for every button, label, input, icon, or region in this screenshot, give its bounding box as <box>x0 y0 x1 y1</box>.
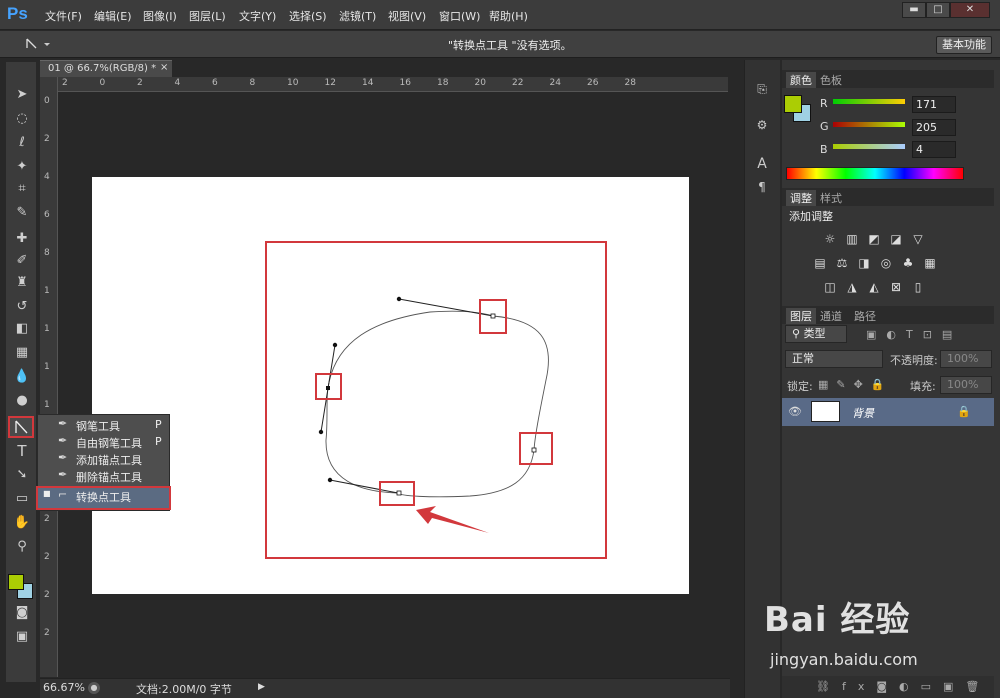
add-anchor-icon: ✒ <box>58 451 68 464</box>
tab-channels[interactable]: 通道 <box>816 308 846 324</box>
adjust-panel-title: 添加调整 <box>789 210 833 223</box>
lock-label: 锁定: <box>787 380 813 393</box>
black-white-icon[interactable]: ◨ <box>857 257 871 269</box>
selected-bullet-icon: ■ <box>43 489 51 498</box>
tab-paths[interactable]: 路径 <box>850 308 880 324</box>
freeform-pen-icon: ✒ <box>58 434 68 447</box>
history-panel-icon[interactable]: ⎘ <box>753 82 771 100</box>
pen-icon: ✒ <box>58 417 68 430</box>
lock-icons[interactable]: ▦✎✥🔒 <box>818 378 893 391</box>
exposure-icon[interactable]: ◪ <box>889 233 903 245</box>
tab-adjustments[interactable]: 调整 <box>786 190 816 206</box>
color-lookup-icon[interactable]: ▦ <box>923 257 937 269</box>
channel-b-slider[interactable] <box>833 144 905 149</box>
channel-mixer-icon[interactable]: ♣ <box>901 257 915 269</box>
eye-icon[interactable]: 👁 <box>788 405 802 418</box>
watermark-logo: Bai 经验 <box>764 600 911 640</box>
baidu-watermark: Bai 经验 jingyan.baidu.com <box>764 592 994 692</box>
flyout-item-convert-point[interactable]: ■ ⌐ 转换点工具 <box>36 486 171 510</box>
status-menu-arrow-icon[interactable]: ▶ <box>258 682 265 692</box>
layer-filter-icons[interactable]: ▣◐T⊡▤ <box>866 328 962 341</box>
photo-filter-icon[interactable]: ◎ <box>879 257 893 269</box>
channel-g-slider[interactable] <box>833 122 905 127</box>
tab-styles[interactable]: 样式 <box>816 190 846 206</box>
curves-icon[interactable]: ◩ <box>867 233 881 245</box>
color-panel-tabbar: 颜色 色板 <box>782 70 994 88</box>
layer-lock-icon: 🔒 <box>957 405 971 418</box>
layers-panel-tabbar: 图层 通道 路径 <box>782 306 994 324</box>
fill-label: 填充: <box>910 380 936 393</box>
posterize-icon[interactable]: ◮ <box>845 281 859 293</box>
channel-g-label: G <box>820 120 829 133</box>
flyout-item-delete-anchor[interactable]: ✒ 删除锚点工具 <box>38 468 169 485</box>
channel-g-input[interactable]: 205 <box>912 119 956 136</box>
channel-b-label: B <box>820 143 828 156</box>
tab-layers[interactable]: 图层 <box>786 308 816 324</box>
tab-color[interactable]: 颜色 <box>786 72 816 88</box>
gradient-map-icon[interactable]: ▯ <box>911 281 925 293</box>
paragraph-panel-icon[interactable]: ¶ <box>753 180 771 198</box>
adjust-panel-tabbar: 调整 样式 <box>782 188 994 206</box>
opacity-input[interactable]: 100% <box>940 350 992 368</box>
convert-point-icon: ⌐ <box>58 488 68 501</box>
character-panel-icon[interactable]: A <box>753 156 771 174</box>
layer-name[interactable]: 背景 <box>852 405 874 421</box>
annotation-frame <box>265 241 607 559</box>
layer-filter-dropdown[interactable]: ⚲ 类型 <box>785 325 847 343</box>
pen-tool-flyout: ✒ 钢笔工具 P ✒ 自由钢笔工具 P ✒ 添加锚点工具 ✒ 删除锚点工具 ■ … <box>36 414 171 511</box>
channel-r-label: R <box>820 97 828 110</box>
selective-color-icon[interactable]: ⊠ <box>889 281 903 293</box>
fill-input[interactable]: 100% <box>940 376 992 394</box>
foreground-color-swatch[interactable] <box>8 574 24 590</box>
properties-panel-icon[interactable]: ⚙ <box>753 118 771 136</box>
channel-r-input[interactable]: 171 <box>912 96 956 113</box>
levels-icon[interactable]: ▥ <box>845 233 859 245</box>
tab-swatches[interactable]: 色板 <box>816 72 846 88</box>
flyout-item-freeform-pen[interactable]: ✒ 自由钢笔工具 P <box>38 434 169 451</box>
layer-thumbnail <box>811 401 840 422</box>
color-spectrum-bar[interactable] <box>786 167 964 180</box>
color-balance-icon[interactable]: ⚖ <box>835 257 849 269</box>
delete-anchor-icon: ✒ <box>58 468 68 481</box>
flyout-item-pen[interactable]: ✒ 钢笔工具 P <box>38 417 169 434</box>
panel-foreground-swatch[interactable] <box>784 95 802 113</box>
threshold-icon[interactable]: ◭ <box>867 281 881 293</box>
flyout-item-add-anchor[interactable]: ✒ 添加锚点工具 <box>38 451 169 468</box>
channel-r-slider[interactable] <box>833 99 905 104</box>
opacity-label: 不透明度: <box>890 354 938 367</box>
vibrance-icon[interactable]: ▽ <box>911 233 925 245</box>
document-size: 文档:2.00M/0 字节 <box>136 683 232 696</box>
brightness-icon[interactable]: ☼ <box>823 233 837 245</box>
search-icon: ⚲ <box>792 327 804 340</box>
blend-mode-dropdown[interactable]: 正常 <box>785 350 883 368</box>
invert-icon[interactable]: ◫ <box>823 281 837 293</box>
channel-b-input[interactable]: 4 <box>912 141 956 158</box>
status-info-icon[interactable]: ● <box>88 682 100 694</box>
watermark-url: jingyan.baidu.com <box>770 650 918 669</box>
zoom-level[interactable]: 66.67% <box>43 681 85 694</box>
hue-saturation-icon[interactable]: ▤ <box>813 257 827 269</box>
